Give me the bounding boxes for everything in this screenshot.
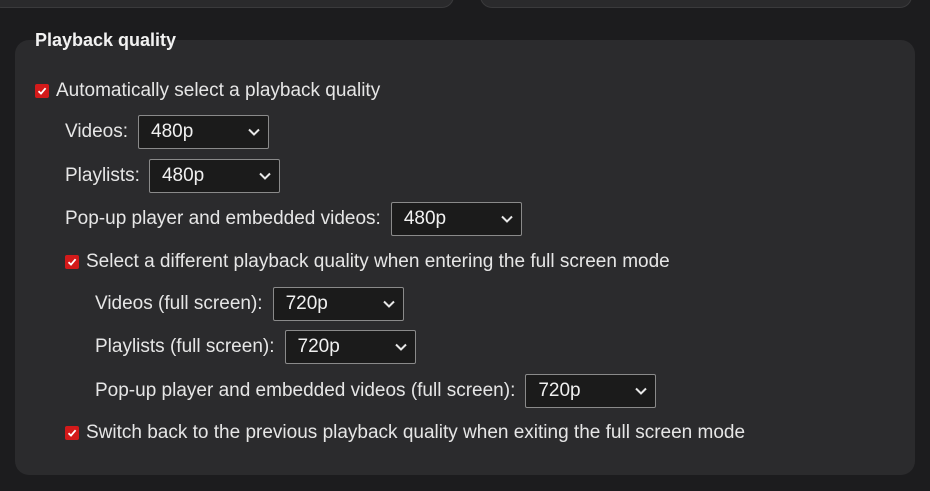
fs-videos-quality-value: 720p xyxy=(285,293,328,314)
checkmark-icon xyxy=(67,429,77,437)
fs-popup-quality-value: 720p xyxy=(538,380,581,401)
fs-playlists-quality-label: Playlists (full screen): xyxy=(95,336,275,357)
section-title: Playback quality xyxy=(35,30,177,50)
fs-popup-quality-label: Pop-up player and embedded videos (full … xyxy=(95,380,516,401)
chevron-down-icon xyxy=(259,172,271,180)
playlists-quality-value: 480p xyxy=(161,165,205,186)
switch-back-option[interactable]: Switch back to the previous playback qua… xyxy=(65,420,745,446)
switch-back-label: Switch back to the previous playback qua… xyxy=(86,422,746,443)
checkmark-icon xyxy=(67,258,77,266)
fullscreen-quality-checkbox[interactable] xyxy=(65,255,79,269)
fullscreen-quality-label: Select a different playback quality when… xyxy=(86,251,670,272)
popup-quality-select[interactable]: 480p xyxy=(390,202,522,236)
videos-quality-row: Videos: 480p xyxy=(65,115,270,149)
previous-card-right xyxy=(480,0,912,8)
fs-playlists-quality-select[interactable]: 720p xyxy=(284,330,416,364)
videos-quality-value: 480p xyxy=(151,121,194,142)
popup-quality-value: 480p xyxy=(403,208,447,229)
chevron-down-icon xyxy=(248,128,260,136)
auto-quality-label: Automatically select a playback quality xyxy=(56,80,381,101)
fs-videos-quality-label: Videos (full screen): xyxy=(95,293,263,314)
playlists-quality-label: Playlists: xyxy=(65,165,140,186)
fs-videos-quality-row: Videos (full screen): 720p xyxy=(95,287,404,321)
chevron-down-icon xyxy=(635,387,648,395)
chevron-down-icon xyxy=(501,215,513,223)
switch-back-checkbox[interactable] xyxy=(65,426,79,440)
videos-quality-select[interactable]: 480p xyxy=(138,115,270,149)
checkmark-icon xyxy=(37,87,47,95)
previous-card-left xyxy=(0,0,454,8)
auto-quality-option[interactable]: Automatically select a playback quality xyxy=(35,78,380,104)
videos-quality-label: Videos: xyxy=(65,121,129,142)
playlists-quality-row: Playlists: 480p xyxy=(65,159,280,193)
chevron-down-icon xyxy=(382,300,395,308)
playlists-quality-select[interactable]: 480p xyxy=(148,159,280,193)
chevron-down-icon xyxy=(394,343,407,351)
fs-popup-quality-row: Pop-up player and embedded videos (full … xyxy=(95,374,657,408)
popup-quality-row: Pop-up player and embedded videos: 480p xyxy=(65,202,522,236)
fs-playlists-quality-value: 720p xyxy=(297,336,340,357)
fs-videos-quality-select[interactable]: 720p xyxy=(272,287,404,321)
fs-popup-quality-select[interactable]: 720p xyxy=(525,374,657,408)
popup-quality-label: Pop-up player and embedded videos: xyxy=(65,208,381,229)
auto-quality-checkbox[interactable] xyxy=(35,84,49,98)
fullscreen-quality-option[interactable]: Select a different playback quality when… xyxy=(65,249,670,275)
fs-playlists-quality-row: Playlists (full screen): 720p xyxy=(95,330,416,364)
